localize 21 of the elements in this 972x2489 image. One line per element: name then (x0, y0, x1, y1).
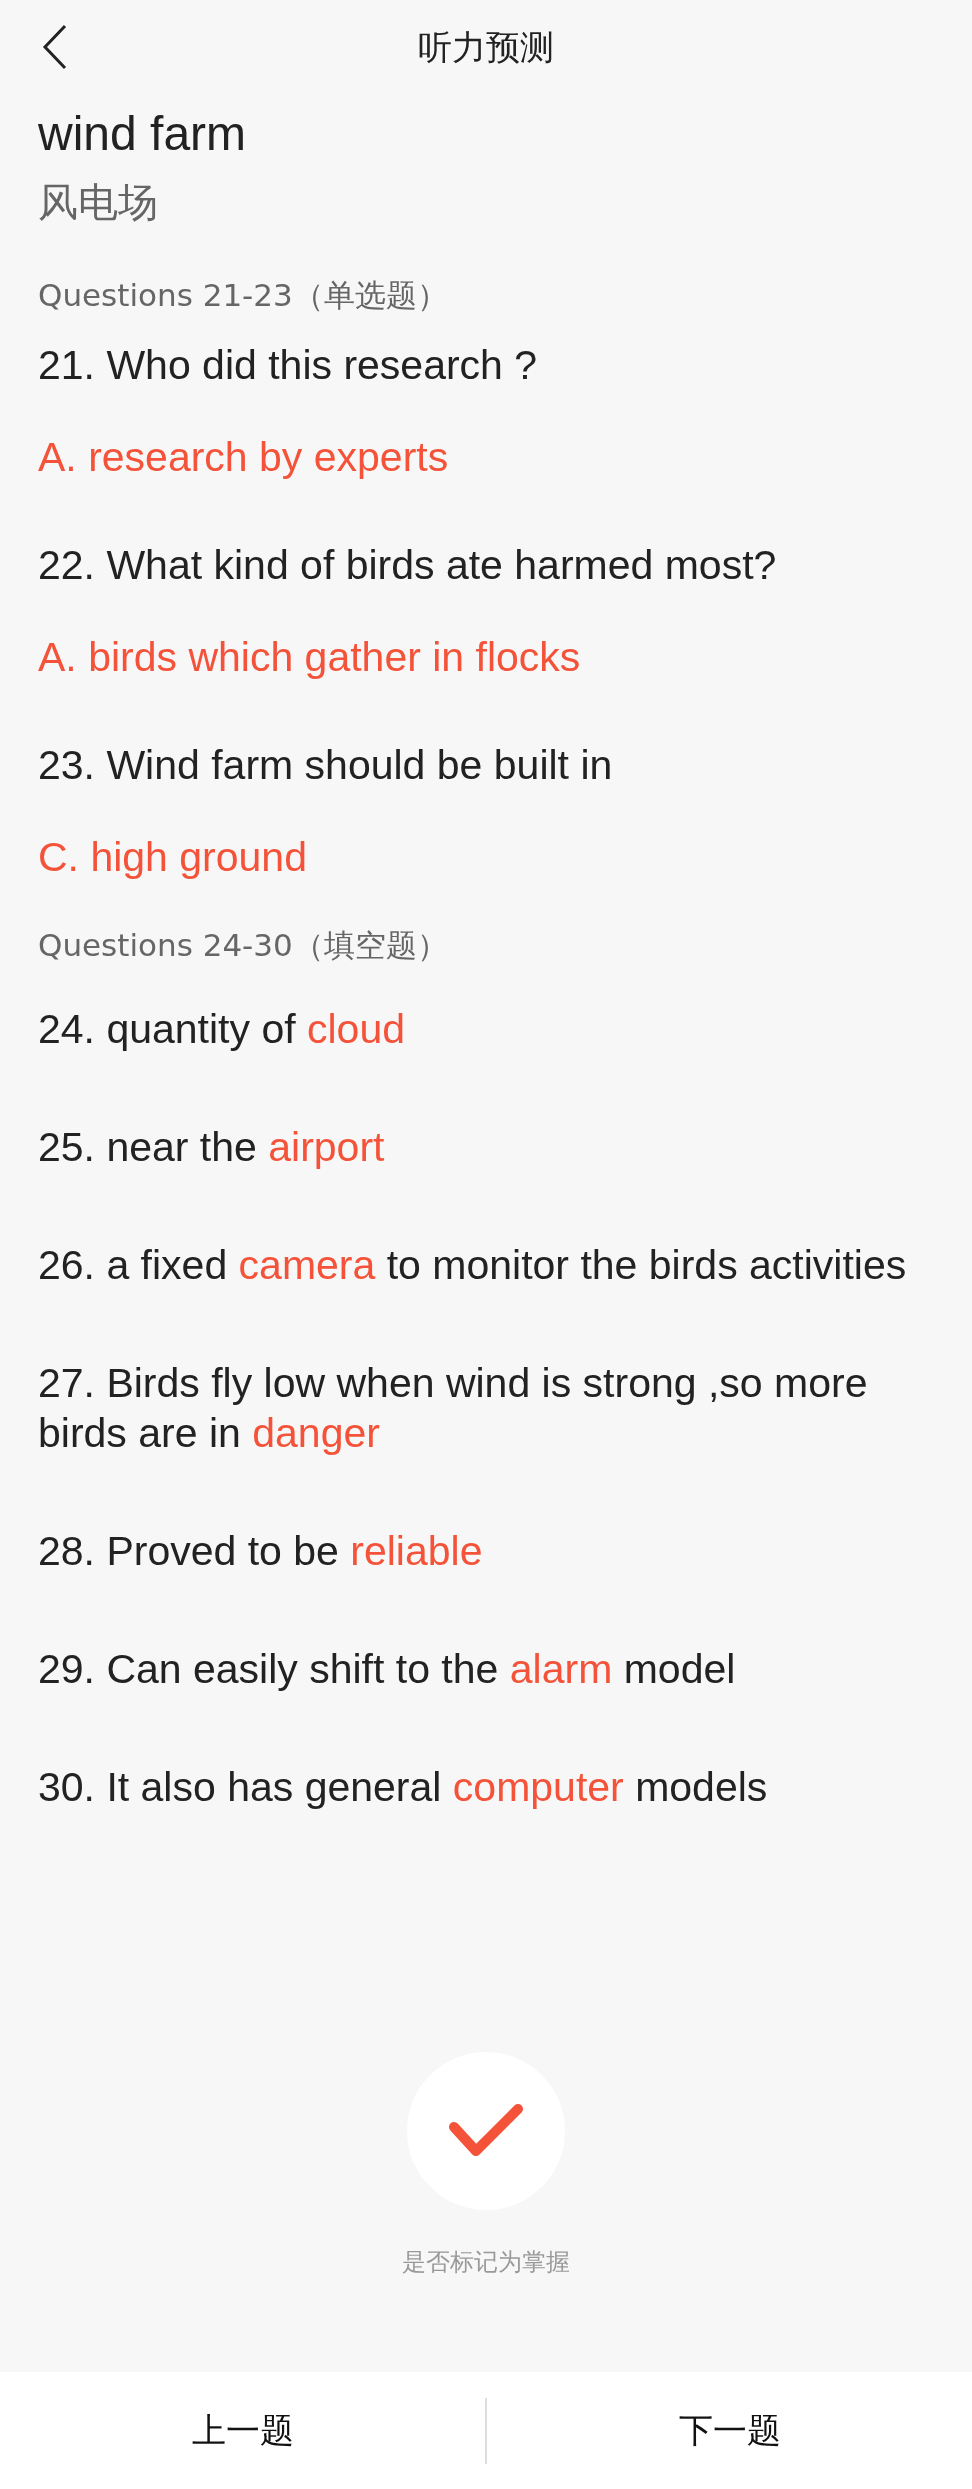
question-text: 24. quantity of cloud (38, 1005, 406, 1054)
topic-title: wind farm (38, 106, 248, 162)
page-title: 听力预测 (418, 26, 554, 69)
back-icon[interactable] (42, 24, 68, 70)
question-text: 26. a fixed camera to monitor the birds activities (38, 1241, 908, 1290)
question-text: 21. Who did this research ? (38, 341, 539, 390)
answer-text: C. high ground (38, 833, 308, 882)
question-text: 22. What kind of birds ate harmed most? (38, 541, 778, 590)
question-text: 23. Wind farm should be built in (38, 741, 614, 790)
section-heading: Questions 24-30（填空题） (38, 926, 449, 965)
question-text: 29. Can easily shift to the alarm model (38, 1645, 737, 1694)
topic-translation: 风电场 (38, 178, 159, 227)
section-heading: Questions 21-23（单选题） (38, 276, 449, 315)
question-text: 27. Birds fly low when wind is strong ,so more birds are in danger (38, 1359, 869, 1458)
check-icon (448, 2103, 524, 2159)
answer-text: A. birds which gather in flocks (38, 633, 582, 682)
mastered-label: 是否标记为掌握 (402, 2247, 570, 2278)
question-text: 30. It also has general computer models (38, 1763, 769, 1812)
question-text: 28. Proved to be reliable (38, 1527, 484, 1576)
question-text: 25. near the airport (38, 1123, 386, 1172)
answer-text: A. research by experts (38, 433, 450, 482)
